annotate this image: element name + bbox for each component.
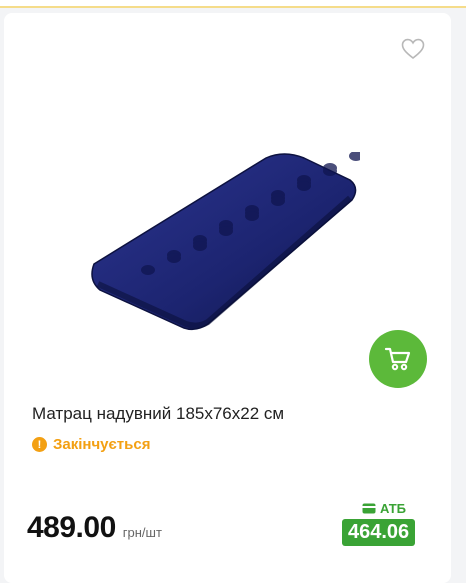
price-value: 489.00 <box>27 511 116 544</box>
price: 489.00 грн/шт <box>27 511 162 545</box>
cart-icon <box>384 347 411 371</box>
product-title[interactable]: Матрац надувний 185х76х22 см <box>32 404 284 424</box>
promo-label: АТБ <box>362 501 406 516</box>
mattress-tuft <box>193 241 207 251</box>
promo-store: АТБ <box>380 501 407 516</box>
mattress-tuft <box>245 211 259 221</box>
promo-price: 464.06 <box>342 519 416 546</box>
stock-status: ! Закінчується <box>32 436 150 453</box>
mattress-tuft <box>349 152 360 161</box>
mattress-tuft <box>141 265 155 275</box>
exclamation-icon: ! <box>32 437 47 452</box>
mattress-tuft <box>167 253 181 263</box>
card-icon <box>362 503 376 514</box>
add-to-cart-button[interactable] <box>369 330 427 388</box>
favorite-button[interactable] <box>401 38 425 60</box>
mattress-tuft <box>219 226 233 236</box>
product-image <box>91 152 360 331</box>
mattress-tuft <box>271 196 285 206</box>
heart-outline-icon <box>401 38 425 60</box>
stock-status-label: Закінчується <box>53 436 151 453</box>
mattress-tuft <box>323 166 337 176</box>
mattress-tuft <box>297 181 311 191</box>
top-border <box>0 0 466 8</box>
price-unit: грн/шт <box>122 525 162 540</box>
